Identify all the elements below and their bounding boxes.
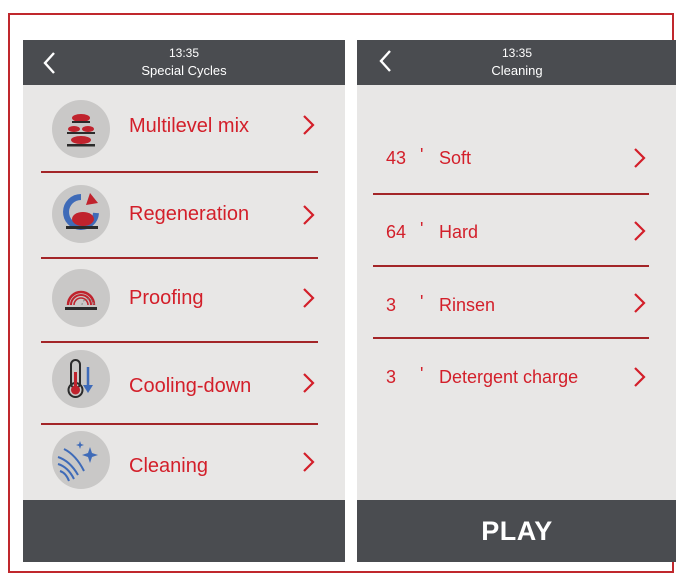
chevron-right-icon bbox=[634, 148, 646, 168]
program-label: Soft bbox=[439, 148, 472, 168]
program-label: Rinsen bbox=[439, 295, 496, 315]
cleaning-program-hard[interactable]: 64 ' Hard bbox=[357, 195, 676, 265]
footer-bar: PLAY bbox=[357, 500, 676, 562]
special-cycles-screen: 13:35 Special Cycles Multilevel mix Rege… bbox=[23, 40, 345, 562]
menu-item-label: Multilevel mix bbox=[129, 115, 250, 137]
program-label: Detergent charge bbox=[439, 367, 579, 387]
footer-bar bbox=[23, 500, 345, 562]
cooling-down-icon bbox=[52, 350, 110, 408]
cleaning-program-rinsen[interactable]: 3 ' Rinsen bbox=[357, 267, 676, 337]
chevron-right-icon bbox=[634, 221, 646, 241]
chevron-right-icon bbox=[303, 373, 315, 393]
chevron-right-icon bbox=[303, 115, 315, 135]
menu-item-label: Cooling-down bbox=[129, 375, 252, 397]
cleaning-screen: 13:35 Cleaning 43 ' Soft 64 ' Hard 3 ' R… bbox=[357, 40, 676, 562]
screen-title: Cleaning bbox=[491, 63, 543, 78]
cleaning-icon bbox=[52, 431, 110, 489]
chevron-right-icon bbox=[303, 288, 315, 308]
program-label: Hard bbox=[439, 222, 479, 242]
regeneration-icon bbox=[52, 185, 110, 243]
proofing-icon bbox=[52, 269, 110, 327]
chevron-right-icon bbox=[303, 452, 315, 472]
program-duration: 64 bbox=[386, 222, 407, 242]
screen-title: Special Cycles bbox=[141, 63, 227, 78]
chevron-right-icon bbox=[634, 293, 646, 313]
minutes-mark: ' bbox=[420, 364, 424, 384]
menu-item-cleaning[interactable]: Cleaning bbox=[23, 425, 345, 500]
minutes-mark: ' bbox=[420, 292, 424, 312]
cleaning-program-detergent-charge[interactable]: 3 ' Detergent charge bbox=[357, 339, 676, 411]
menu-item-proofing[interactable]: Proofing bbox=[23, 259, 345, 341]
cleaning-program-soft[interactable]: 43 ' Soft bbox=[357, 120, 676, 192]
minutes-mark: ' bbox=[420, 219, 424, 239]
header-bar: 13:35 Cleaning bbox=[357, 40, 676, 85]
program-duration: 3 bbox=[386, 367, 397, 387]
menu-item-label: Proofing bbox=[129, 287, 204, 309]
chevron-right-icon bbox=[634, 367, 646, 387]
menu-item-label: Cleaning bbox=[129, 455, 208, 477]
program-duration: 43 bbox=[386, 148, 407, 168]
menu-item-cooling-down[interactable]: Cooling-down bbox=[23, 343, 345, 423]
play-button[interactable]: PLAY bbox=[357, 516, 676, 547]
clock: 13:35 bbox=[168, 46, 200, 60]
header-bar: 13:35 Special Cycles bbox=[23, 40, 345, 85]
menu-item-label: Regeneration bbox=[129, 203, 250, 225]
menu-item-multilevel-mix[interactable]: Multilevel mix bbox=[23, 85, 345, 168]
clock: 13:35 bbox=[501, 46, 533, 60]
menu-item-regeneration[interactable]: Regeneration bbox=[23, 173, 345, 257]
program-duration: 3 bbox=[386, 295, 397, 315]
multilevel-mix-icon bbox=[52, 100, 110, 158]
minutes-mark: ' bbox=[420, 145, 424, 165]
chevron-right-icon bbox=[303, 205, 315, 225]
